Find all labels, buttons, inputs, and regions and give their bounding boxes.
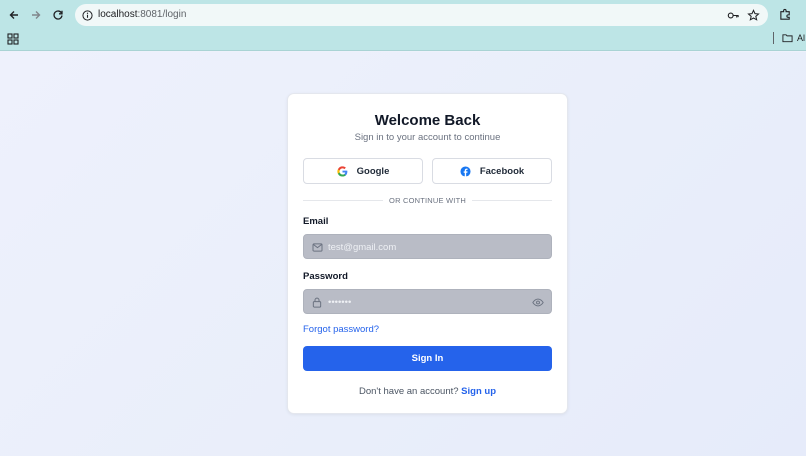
email-field[interactable]	[303, 234, 552, 259]
bookmark-folder[interactable]: Al	[782, 32, 805, 44]
star-icon[interactable]	[746, 8, 760, 22]
facebook-label: Facebook	[479, 165, 525, 177]
eye-icon[interactable]	[532, 296, 544, 308]
page-background: Welcome Back Sign in to your account to …	[0, 52, 806, 456]
forgot-password-link[interactable]: Forgot password?	[303, 324, 379, 335]
email-input[interactable]	[328, 239, 528, 255]
info-icon[interactable]	[81, 9, 93, 21]
extensions-button[interactable]	[777, 6, 793, 22]
browser-toolbar: localhost:8081/login Al	[0, 0, 806, 51]
url-text[interactable]: localhost:8081/login	[98, 9, 186, 20]
divider: OR CONTINUE WITH	[303, 194, 553, 206]
facebook-signin-button[interactable]: Facebook	[432, 158, 552, 184]
password-field[interactable]	[303, 289, 552, 314]
no-account-text: Don't have an account?	[359, 386, 459, 397]
reload-icon	[53, 10, 63, 20]
google-signin-button[interactable]: Google	[303, 158, 423, 184]
page-subtitle: Sign in to your account to continue	[354, 132, 501, 143]
facebook-icon	[460, 165, 471, 177]
password-input[interactable]	[328, 294, 528, 310]
address-bar[interactable]: localhost:8081/login	[75, 4, 768, 26]
signup-row: Don't have an account? Sign up	[288, 386, 567, 397]
page-title: Welcome Back	[374, 112, 481, 129]
folder-icon	[782, 34, 793, 43]
puzzle-icon	[779, 8, 790, 20]
mail-icon	[311, 241, 323, 253]
key-icon[interactable]	[726, 8, 740, 22]
arrow-left-icon	[9, 11, 18, 19]
sign-in-button[interactable]: Sign In	[303, 346, 552, 371]
divider-line	[303, 199, 384, 201]
lock-icon	[311, 296, 323, 308]
bookmark-separator	[773, 32, 774, 44]
back-button[interactable]	[4, 5, 24, 25]
email-label: Email	[303, 216, 329, 227]
apps-grid-icon[interactable]	[7, 32, 19, 45]
arrow-right-icon	[32, 11, 41, 19]
url-path: :8081/login	[137, 9, 187, 20]
divider-line	[471, 199, 553, 201]
reload-button[interactable]	[48, 5, 68, 25]
google-label: Google	[356, 165, 390, 177]
google-icon	[337, 165, 347, 177]
divider-text: OR CONTINUE WITH	[389, 195, 466, 205]
forward-button[interactable]	[26, 5, 46, 25]
password-label: Password	[303, 271, 348, 282]
url-host: localhost	[98, 9, 138, 20]
sign-up-link[interactable]: Sign up	[461, 386, 496, 397]
login-card: Welcome Back Sign in to your account to …	[287, 93, 568, 414]
bookmark-folder-label: Al	[797, 33, 806, 43]
